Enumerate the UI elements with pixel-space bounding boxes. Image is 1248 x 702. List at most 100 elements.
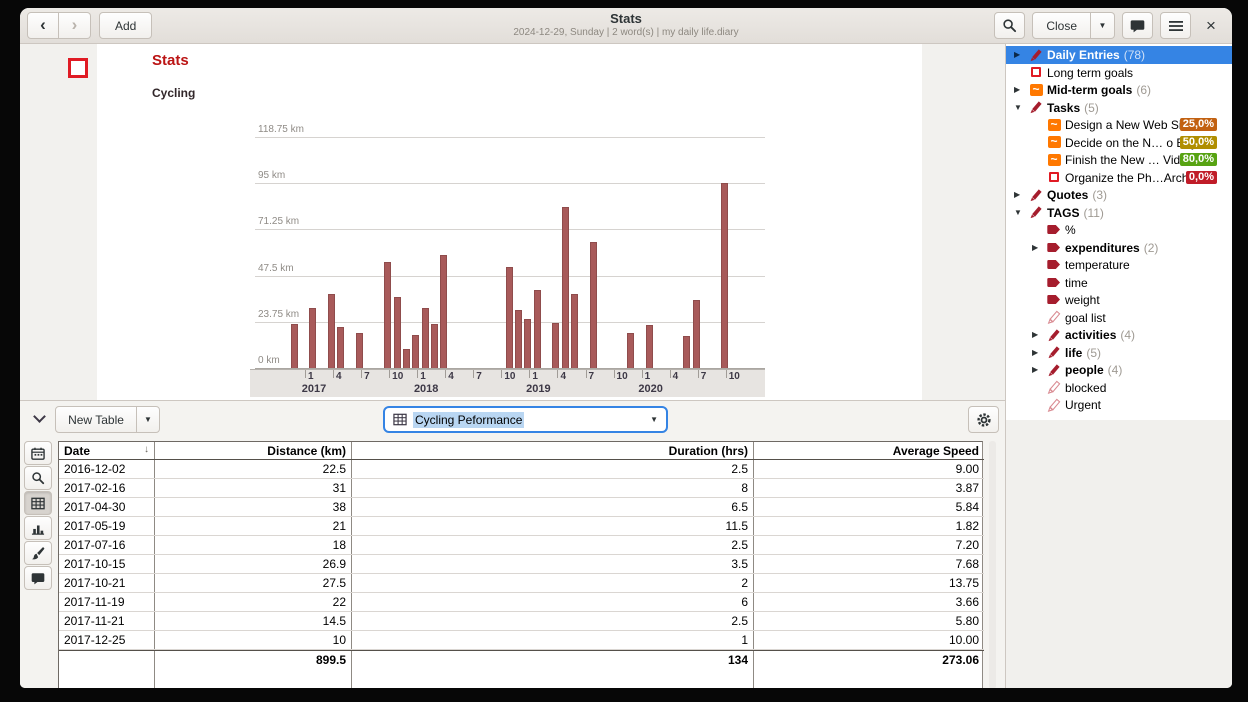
table-cell[interactable]: 134 — [351, 651, 753, 670]
add-button[interactable]: Add — [99, 12, 152, 39]
window-close-button[interactable]: × — [1198, 13, 1224, 39]
tree-item-tasks[interactable]: ▼Tasks(5) — [1006, 99, 1232, 117]
table-cell[interactable]: 1.82 — [753, 517, 984, 535]
table-cell[interactable]: 21 — [154, 517, 351, 535]
table-cell[interactable]: 7.20 — [753, 536, 984, 554]
search-view-button[interactable] — [24, 466, 52, 490]
tree-item-finish-the-new-video[interactable]: ~Finish the New … Video80,0% — [1006, 151, 1232, 169]
table-cell[interactable]: 22 — [154, 593, 351, 611]
table-cell[interactable]: 1 — [351, 631, 753, 649]
tree-item-decide-on-the-n-o-buy[interactable]: ~Decide on the N… o Buy50,0% — [1006, 134, 1232, 152]
table-cell[interactable]: 22.5 — [154, 460, 351, 478]
entry-marker-icon[interactable] — [68, 58, 88, 78]
expander-right-icon[interactable]: ▶ — [1014, 85, 1020, 94]
table-cell[interactable]: 2017-10-21 — [59, 574, 154, 592]
tree-item-[interactable]: % — [1006, 221, 1232, 239]
table-cell[interactable]: 2017-11-21 — [59, 612, 154, 630]
table-cell[interactable]: 2017-02-16 — [59, 479, 154, 497]
table-cell[interactable]: 2016-12-02 — [59, 460, 154, 478]
table-cell[interactable]: 11.5 — [351, 517, 753, 535]
new-table-button[interactable]: New Table — [55, 406, 137, 433]
table-cell[interactable]: 5.80 — [753, 612, 984, 630]
close-entry-button[interactable]: Close — [1032, 12, 1091, 39]
tree-item-mid-term-goals[interactable]: ▶~Mid-term goals(6) — [1006, 81, 1232, 99]
tree-item-weight[interactable]: weight — [1006, 291, 1232, 309]
table-cell[interactable]: 2 — [351, 574, 753, 592]
table-cell[interactable]: 2017-11-19 — [59, 593, 154, 611]
table-cell[interactable]: 2.5 — [351, 460, 753, 478]
table-cell[interactable]: 2017-12-25 — [59, 631, 154, 649]
table-selector-combobox[interactable]: Cycling Peformance ▼ — [383, 406, 668, 433]
comment-button[interactable] — [1122, 12, 1153, 39]
table-header-cell[interactable]: Distance (km) — [154, 442, 351, 459]
table-cell[interactable]: 2017-05-19 — [59, 517, 154, 535]
table-cell[interactable]: 10 — [154, 631, 351, 649]
expander-right-icon[interactable]: ▶ — [1032, 243, 1038, 252]
tree-item-daily-entries[interactable]: ▶Daily Entries(78) — [1006, 46, 1232, 64]
tree-item-long-term-goals[interactable]: Long term goals — [1006, 64, 1232, 82]
back-button[interactable]: ‹ — [27, 12, 59, 39]
table-cell[interactable]: 3.5 — [351, 555, 753, 573]
new-table-dropdown-button[interactable]: ▼ — [136, 406, 160, 433]
table-cell[interactable]: 2.5 — [351, 536, 753, 554]
table-cell[interactable]: 2017-10-15 — [59, 555, 154, 573]
table-cell[interactable]: 5.84 — [753, 498, 984, 516]
forward-button[interactable]: › — [59, 12, 91, 39]
menu-button[interactable] — [1160, 12, 1191, 39]
collapse-panel-button[interactable] — [28, 411, 50, 429]
close-dropdown-button[interactable]: ▼ — [1091, 12, 1115, 39]
table-cell[interactable]: 2017-04-30 — [59, 498, 154, 516]
expander-right-icon[interactable]: ▶ — [1032, 348, 1038, 357]
table-scrollbar[interactable] — [989, 441, 996, 688]
table-cell[interactable]: 2017-07-16 — [59, 536, 154, 554]
tree-item-time[interactable]: time — [1006, 274, 1232, 292]
expander-right-icon[interactable]: ▶ — [1014, 190, 1020, 199]
table-cell[interactable]: 2.5 — [351, 612, 753, 630]
table-cell[interactable]: 273.06 — [753, 651, 984, 670]
table-cell[interactable]: 26.9 — [154, 555, 351, 573]
table-header-cell[interactable]: Date↓ — [59, 442, 154, 459]
tree-item-urgent[interactable]: Urgent — [1006, 396, 1232, 414]
tree-item-people[interactable]: ▶people(4) — [1006, 361, 1232, 379]
tree-item-quotes[interactable]: ▶Quotes(3) — [1006, 186, 1232, 204]
comment-view-button[interactable] — [24, 566, 52, 590]
expander-down-icon[interactable]: ▼ — [1014, 208, 1022, 217]
table-header-cell[interactable]: Average Speed — [753, 442, 984, 459]
tree-item-life[interactable]: ▶life(5) — [1006, 344, 1232, 362]
calendar-view-button[interactable] — [24, 441, 52, 465]
table-cell[interactable]: 13.75 — [753, 574, 984, 592]
table-cell[interactable]: 10.00 — [753, 631, 984, 649]
tree-item-temperature[interactable]: temperature — [1006, 256, 1232, 274]
table-cell[interactable]: 6 — [351, 593, 753, 611]
search-button[interactable] — [994, 12, 1025, 39]
expander-right-icon[interactable]: ▶ — [1032, 365, 1038, 374]
theme-view-button[interactable] — [24, 541, 52, 565]
table-settings-button[interactable] — [968, 406, 999, 433]
tree-item-goal-list[interactable]: goal list — [1006, 309, 1232, 327]
table-view-button[interactable] — [24, 491, 52, 515]
table-cell[interactable]: 899.5 — [154, 651, 351, 670]
table-cell[interactable] — [59, 651, 154, 670]
table-cell[interactable]: 9.00 — [753, 460, 984, 478]
table-header-cell[interactable]: Duration (hrs) — [351, 442, 753, 459]
table-cell[interactable]: 8 — [351, 479, 753, 497]
table-cell[interactable]: 7.68 — [753, 555, 984, 573]
table-cell[interactable]: 31 — [154, 479, 351, 497]
chart-view-button[interactable] — [24, 516, 52, 540]
table-cell[interactable]: 6.5 — [351, 498, 753, 516]
table-cell[interactable]: 3.66 — [753, 593, 984, 611]
table-cell[interactable]: 14.5 — [154, 612, 351, 630]
expander-right-icon[interactable]: ▶ — [1014, 50, 1020, 59]
tree-item-tags[interactable]: ▼TAGS(11) — [1006, 204, 1232, 222]
table-cell[interactable]: 3.87 — [753, 479, 984, 497]
tree-item-organize-the-ph-archive[interactable]: Organize the Ph…Archive0,0% — [1006, 169, 1232, 187]
expander-right-icon[interactable]: ▶ — [1032, 330, 1038, 339]
tree-item-blocked[interactable]: blocked — [1006, 379, 1232, 397]
table-cell[interactable]: 18 — [154, 536, 351, 554]
tree-item-design-a-new-web-site[interactable]: ~Design a New Web Site25,0% — [1006, 116, 1232, 134]
expander-down-icon[interactable]: ▼ — [1014, 103, 1022, 112]
tree-item-expenditures[interactable]: ▶expenditures(2) — [1006, 239, 1232, 257]
tree-item-activities[interactable]: ▶activities(4) — [1006, 326, 1232, 344]
table-cell[interactable]: 27.5 — [154, 574, 351, 592]
table-cell[interactable]: 38 — [154, 498, 351, 516]
